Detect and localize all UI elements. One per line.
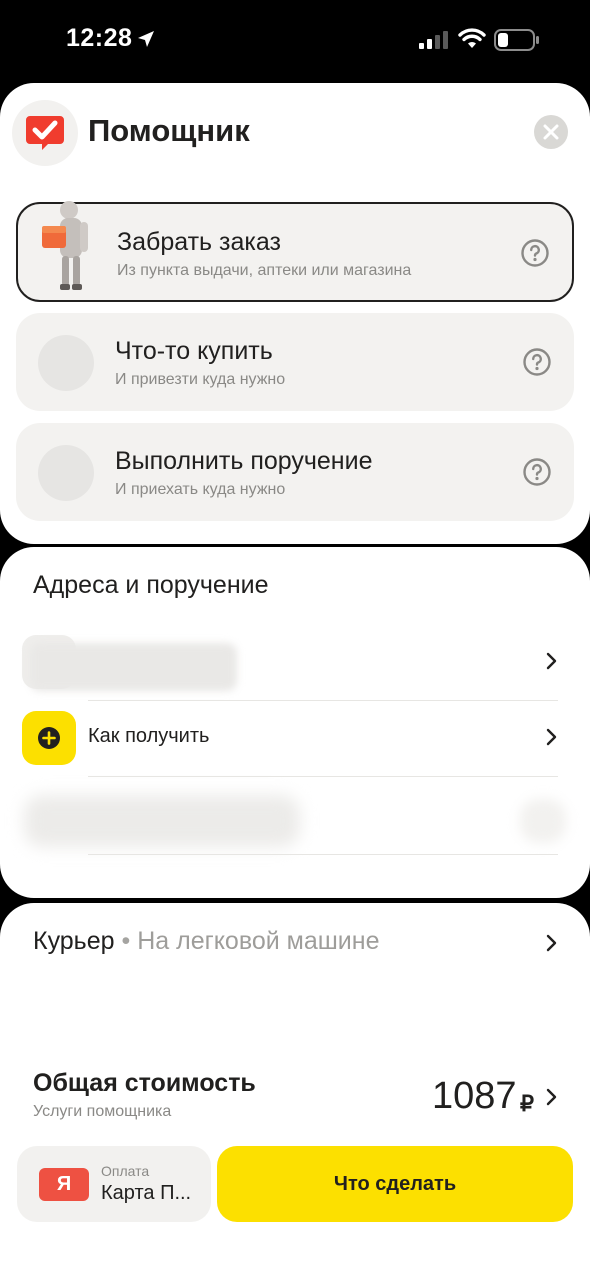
option-subtitle: И привезти куда нужно — [115, 371, 286, 388]
helper-logo — [12, 100, 78, 166]
chevron-right-icon — [546, 728, 557, 746]
helper-checkmark-icon — [26, 116, 64, 150]
divider — [88, 776, 558, 777]
help-icon[interactable] — [522, 347, 552, 377]
currency-symbol: ₽ — [520, 1091, 534, 1116]
redacted-address — [30, 643, 237, 691]
add-icon-container — [22, 711, 76, 765]
help-icon[interactable] — [520, 238, 550, 268]
help-icon[interactable] — [522, 457, 552, 487]
chevron-right-icon — [546, 652, 557, 670]
close-icon — [543, 124, 559, 140]
payment-label: Оплата — [101, 1163, 150, 1179]
redacted-address — [24, 795, 300, 847]
courier-type-row[interactable]: Курьер • На легковой машине — [33, 927, 379, 956]
destination-address-row[interactable] — [0, 779, 590, 855]
redacted-control — [520, 799, 566, 843]
cellular-signal-icon — [419, 31, 448, 49]
how-to-receive-label: Как получить — [88, 725, 210, 747]
section-title: Адреса и поручение — [33, 571, 269, 599]
total-cost-title: Общая стоимость — [33, 1069, 256, 1097]
payment-method-button[interactable]: Я Оплата Карта П... — [17, 1146, 211, 1222]
option-title: Забрать заказ — [117, 228, 281, 256]
separator-dot: • — [121, 927, 131, 955]
option-run-errand[interactable]: Выполнить поручение И приехать куда нужн… — [16, 423, 574, 521]
addresses-panel: Адреса и поручение Как получить — [0, 547, 590, 898]
order-summary-panel: Курьер • На легковой машине Общая стоимо… — [0, 903, 590, 1280]
chevron-right-icon[interactable] — [544, 933, 558, 953]
helper-panel: Помощник Забрать заказ Из пункта выдачи,… — [0, 83, 590, 544]
divider — [88, 854, 558, 855]
status-bar: 12:28 — [0, 0, 590, 82]
total-amount[interactable]: 1087 — [432, 1075, 517, 1118]
option-subtitle: Из пункта выдачи, аптеки или магазина — [117, 262, 412, 279]
battery-icon — [494, 29, 539, 51]
option-pickup-order[interactable]: Забрать заказ Из пункта выдачи, аптеки и… — [16, 201, 574, 302]
yandex-card-icon: Я — [39, 1168, 89, 1201]
option-subtitle: И приехать куда нужно — [115, 481, 286, 498]
option-title: Что-то купить — [115, 337, 273, 365]
option-title: Выполнить поручение — [115, 447, 373, 475]
total-cost-subtitle: Услуги помощника — [33, 1103, 172, 1120]
how-to-receive-row[interactable]: Как получить — [0, 701, 590, 777]
option-image-placeholder — [38, 335, 94, 391]
chevron-right-icon[interactable] — [544, 1087, 558, 1107]
option-image-placeholder — [38, 445, 94, 501]
location-arrow-icon — [138, 31, 154, 47]
courier-label: Курьер — [33, 927, 115, 955]
courier-with-box-icon — [42, 201, 88, 290]
status-time: 12:28 — [66, 24, 133, 52]
courier-vehicle-type: На легковой машине — [137, 927, 380, 955]
pickup-address-row[interactable] — [0, 625, 590, 701]
close-button[interactable] — [534, 115, 568, 149]
option-buy-something[interactable]: Что-то купить И привезти куда нужно — [16, 313, 574, 411]
page-title: Помощник — [88, 113, 250, 148]
wifi-icon — [458, 28, 486, 48]
plus-circle-icon — [38, 727, 60, 749]
what-to-do-button[interactable]: Что сделать — [217, 1146, 573, 1222]
payment-value: Карта П... — [101, 1182, 192, 1204]
